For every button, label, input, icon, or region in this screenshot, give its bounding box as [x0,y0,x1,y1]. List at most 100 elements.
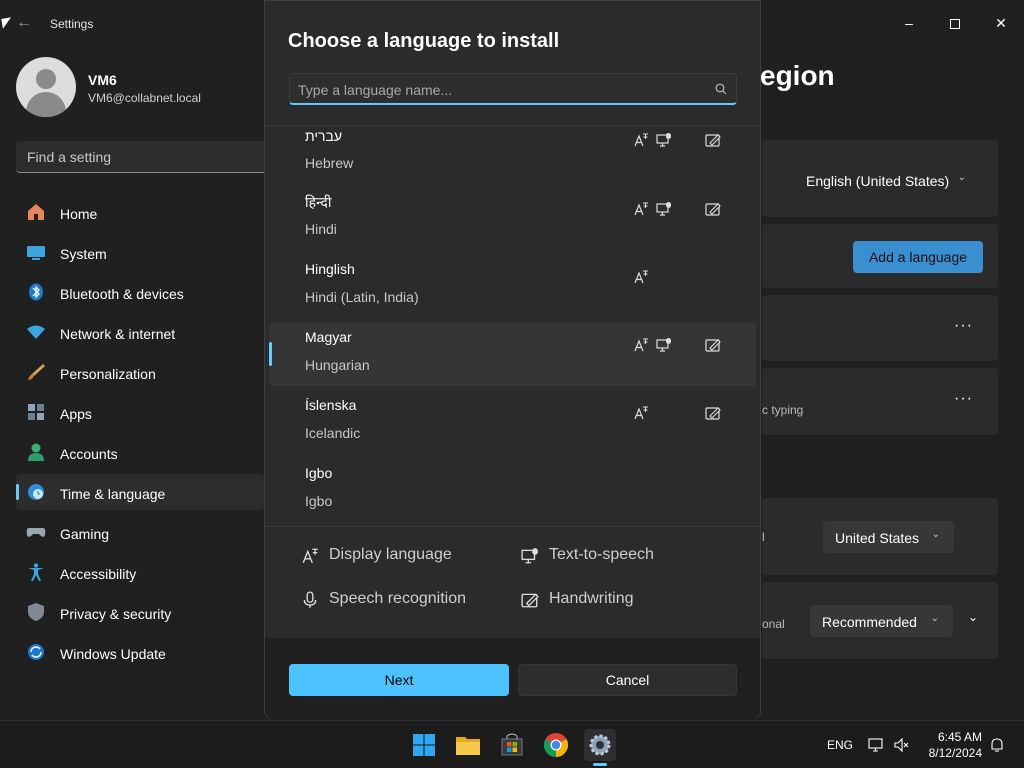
sidebar-item-label: Home [60,206,98,222]
chevron-down-icon: ⌄ [930,613,939,624]
maximize-icon[interactable] [932,8,978,38]
sidebar-item-personalization[interactable]: Personalization [16,354,264,390]
language-english-name: Icelandic [305,425,361,441]
back-arrow-icon[interactable]: ← [16,14,32,32]
display-language-value: English (United States) [806,173,950,189]
legend-label: Display language [329,546,452,563]
list-bottom-divider [265,526,760,527]
sidebar-item-label: Privacy & security [60,606,172,622]
legend-label: Handwriting [549,590,634,607]
accessibility-icon [28,563,44,581]
sidebar-item-apps[interactable]: Apps [16,394,264,430]
language-native-name: Magyar [305,329,352,345]
wifi-icon [27,325,45,339]
display-language-icon [634,406,648,420]
sidebar-item-gaming[interactable]: Gaming [16,514,264,550]
sidebar-item-label: Network & internet [60,326,176,342]
more-options-icon[interactable]: ··· [954,390,973,408]
language-search-box[interactable] [289,73,737,105]
home-icon [28,204,44,220]
display-language-icon [634,338,648,352]
windows-start-icon[interactable] [408,729,440,761]
add-language-button[interactable]: Add a language [853,241,983,273]
sidebar-item-label: Bluetooth & devices [60,286,184,302]
display-language-card: English (United States) ⌄ [762,140,998,217]
sidebar-item-windows-update[interactable]: Windows Update [16,634,264,670]
find-setting-placeholder: Find a setting [27,149,112,165]
sidebar-item-system[interactable]: System [16,234,264,270]
handwriting-icon [705,203,721,216]
language-list: עברית Hebrew हिन्दी Hindi Hinglish Hindi… [265,126,760,526]
typing-fragment: c typing [762,403,804,417]
close-icon[interactable]: ✕ [978,8,1024,38]
language-item-hebrew[interactable]: עברית Hebrew [269,126,756,182]
store-icon[interactable] [496,729,528,761]
sidebar-item-privacy[interactable]: Privacy & security [16,594,264,630]
text-to-speech-icon [656,338,671,352]
sidebar-item-label: System [60,246,107,262]
page-title-fragment: egion [760,60,835,91]
language-item-igbo[interactable]: Igbo Igbo [269,458,756,522]
sidebar-item-network[interactable]: Network & internet [16,314,264,350]
choose-language-dialog: Choose a language to install עברית Hebre… [264,0,761,719]
sidebar-item-time-language[interactable]: Time & language [16,474,264,510]
text-to-speech-icon [656,202,671,216]
next-button[interactable]: Next [289,664,509,696]
input-language-indicator[interactable]: ENG [827,738,853,752]
language-item-card-2: c typing ··· [762,368,998,435]
microphone-icon [303,591,317,608]
minimize-icon[interactable]: – [886,8,932,38]
update-icon [28,644,44,660]
sidebar-item-accessibility[interactable]: Accessibility [16,554,264,590]
sidebar-nav: Home System Bluetooth & devices Network … [16,194,264,674]
expand-chevron-icon[interactable]: ⌄ [968,610,978,624]
volume-muted-icon[interactable] [894,737,910,753]
globe-clock-icon [28,484,44,500]
network-icon[interactable] [868,737,884,753]
country-dropdown[interactable]: United States ⌄ [823,521,954,553]
chevron-down-icon: ⌄ [957,172,966,183]
display-language-icon [634,270,648,284]
language-native-name: Hinglish [305,261,355,277]
active-indicator [16,484,19,500]
language-item-hinglish[interactable]: Hinglish Hindi (Latin, India) [269,254,756,318]
sidebar-item-label: Gaming [60,526,110,542]
search-icon [715,83,727,95]
shield-icon [28,603,44,621]
chrome-icon[interactable] [540,729,572,761]
regional-format-dropdown[interactable]: Recommended ⌄ [810,605,953,637]
file-explorer-icon[interactable] [452,729,484,761]
sidebar-item-bluetooth[interactable]: Bluetooth & devices [16,274,264,310]
language-item-icelandic[interactable]: Íslenska Icelandic [269,390,756,454]
system-icon [27,246,45,260]
country-fragment: l [762,530,765,544]
find-setting-input[interactable]: Find a setting [16,141,264,173]
selection-indicator [269,342,272,366]
language-english-name: Hindi [305,221,337,237]
sidebar-item-home[interactable]: Home [16,194,264,230]
display-language-dropdown[interactable]: English (United States) ⌄ [794,161,980,197]
sidebar-item-label: Personalization [60,366,156,382]
settings-icon[interactable] [584,729,616,761]
sidebar-item-accounts[interactable]: Accounts [16,434,264,470]
legend-label: Speech recognition [329,590,466,607]
language-native-name: Igbo [305,465,333,481]
handwriting-icon [521,593,539,608]
language-item-card: ··· [762,295,998,361]
handwriting-icon [705,339,721,352]
language-search-input[interactable] [298,80,698,100]
language-item-hungarian[interactable]: Magyar Hungarian [269,322,756,386]
clock-time[interactable]: 6:45 AM [920,730,982,744]
notification-icon[interactable] [989,737,1005,753]
display-language-icon [634,133,648,147]
accounts-icon [28,443,44,461]
app-title: Settings [50,17,94,31]
language-english-name: Hindi (Latin, India) [305,289,419,305]
clock-date[interactable]: 8/12/2024 [920,746,982,760]
language-english-name: Hungarian [305,357,370,373]
cancel-button[interactable]: Cancel [518,664,737,696]
sidebar-item-label: Apps [60,406,92,422]
mouse-cursor [1,17,13,29]
language-item-hindi[interactable]: हिन्दी Hindi [269,186,756,250]
more-options-icon[interactable]: ··· [954,317,973,335]
